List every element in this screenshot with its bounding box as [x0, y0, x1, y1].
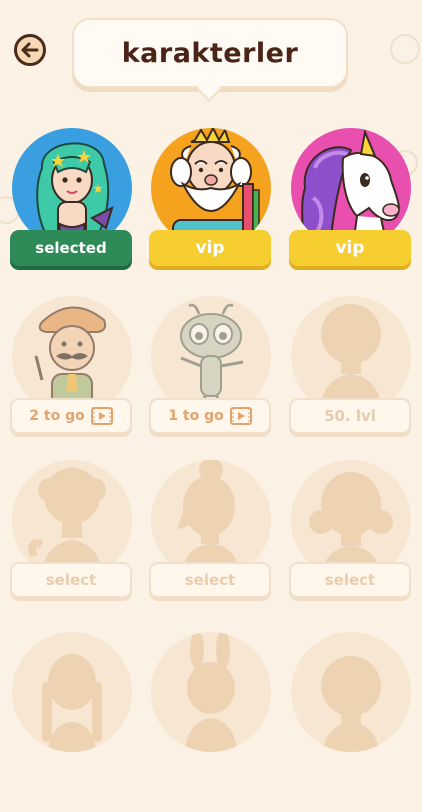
silhouette-round-hair-icon: [321, 656, 381, 752]
title-card: karakterler: [72, 18, 348, 88]
button-label: select: [184, 571, 236, 589]
level-lock-button[interactable]: 50. lvl: [289, 398, 411, 434]
button-label: vip: [195, 238, 225, 258]
character-card[interactable]: select: [289, 460, 413, 640]
silhouette-bunny-ears-icon: [185, 632, 237, 752]
character-card[interactable]: 1 to go: [149, 296, 273, 476]
character-card[interactable]: vip: [149, 128, 273, 308]
button-label: 1 to go: [168, 408, 224, 424]
character-card[interactable]: 50. lvl: [289, 296, 413, 476]
select-button[interactable]: select: [10, 562, 132, 598]
character-portrait: [151, 632, 271, 752]
select-button[interactable]: select: [289, 562, 411, 598]
video-play-icon: [90, 407, 113, 425]
character-portrait: [12, 632, 132, 752]
button-label: select: [324, 571, 376, 589]
selected-button[interactable]: selected: [10, 230, 132, 266]
select-button[interactable]: select: [149, 562, 271, 598]
vip-button[interactable]: vip: [149, 230, 271, 266]
page-title: karakterler: [121, 37, 299, 69]
button-label: selected: [35, 239, 107, 257]
button-label: vip: [335, 238, 365, 258]
character-portrait: [291, 632, 411, 752]
silhouette-braids-icon: [42, 654, 102, 752]
button-label: select: [45, 571, 97, 589]
back-button[interactable]: [14, 34, 46, 66]
watch-video-button[interactable]: 2 to go: [10, 398, 132, 434]
character-card[interactable]: [10, 632, 134, 812]
character-card[interactable]: [289, 632, 413, 812]
arrow-left-icon: [21, 42, 39, 58]
vip-button[interactable]: vip: [289, 230, 411, 266]
video-play-icon: [229, 407, 252, 425]
character-card[interactable]: selected: [10, 128, 134, 308]
character-card[interactable]: [149, 632, 273, 812]
doodle-circle: [390, 34, 420, 64]
character-card[interactable]: vip: [289, 128, 413, 308]
button-label: 50. lvl: [324, 407, 376, 425]
character-card[interactable]: select: [10, 460, 134, 640]
button-label: 2 to go: [29, 408, 85, 424]
character-card[interactable]: select: [149, 460, 273, 640]
character-card[interactable]: 2 to go: [10, 296, 134, 476]
watch-video-button[interactable]: 1 to go: [149, 398, 271, 434]
